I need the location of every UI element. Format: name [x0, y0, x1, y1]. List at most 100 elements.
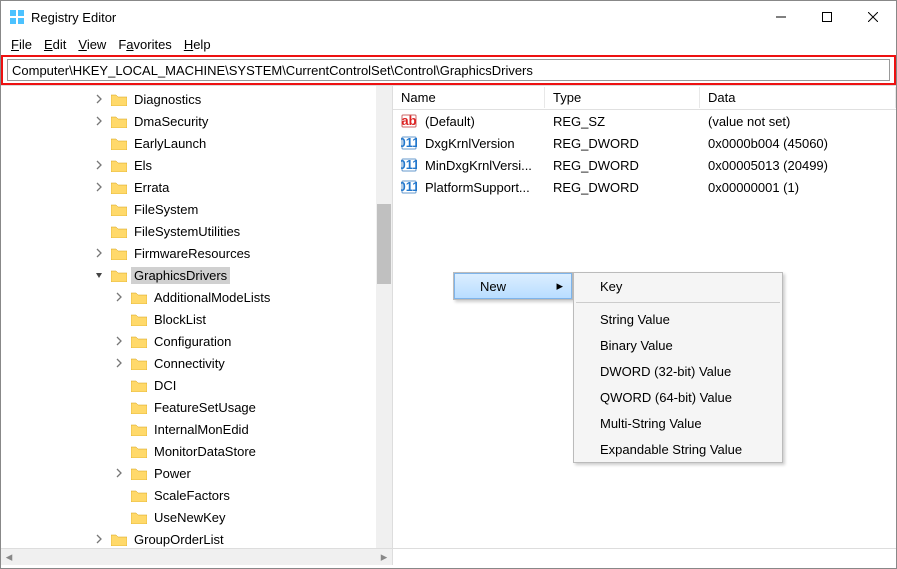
tree-node[interactable]: BlockList — [1, 308, 392, 330]
folder-icon — [131, 357, 147, 370]
expander-icon[interactable] — [91, 267, 107, 283]
tree-label: Connectivity — [151, 355, 228, 372]
tree-pane: Diagnostics DmaSecurity EarlyLaunchEls Erra… — [1, 86, 393, 548]
tree-horizontal-scrollbar[interactable]: ◂ ▸ — [1, 549, 393, 565]
submenu-item[interactable]: String Value — [574, 306, 782, 332]
value-data: 0x0000b004 (45060) — [700, 136, 896, 151]
value-row[interactable]: 011PlatformSupport...REG_DWORD0x00000001… — [393, 176, 896, 198]
folder-icon — [111, 137, 127, 150]
tree-node[interactable]: Connectivity — [1, 352, 392, 374]
folder-icon — [131, 445, 147, 458]
value-row[interactable]: 011MinDxgKrnlVersi...REG_DWORD0x00005013… — [393, 154, 896, 176]
expander-icon[interactable] — [91, 179, 107, 195]
tree-node[interactable]: FileSystem — [1, 198, 392, 220]
folder-icon — [111, 533, 127, 546]
menu-file[interactable]: File — [5, 35, 38, 54]
folder-icon — [131, 401, 147, 414]
value-icon: 011 — [401, 179, 417, 195]
folder-icon — [131, 511, 147, 524]
expander-icon[interactable] — [111, 289, 127, 305]
tree-label: Power — [151, 465, 194, 482]
col-header-data[interactable]: Data — [700, 87, 896, 108]
maximize-button[interactable] — [804, 1, 850, 33]
submenu-item[interactable]: Key — [574, 273, 782, 299]
folder-icon — [131, 313, 147, 326]
submenu-item[interactable]: Expandable String Value — [574, 436, 782, 462]
tree-node[interactable]: FileSystemUtilities — [1, 220, 392, 242]
tree-node[interactable]: AdditionalModeLists — [1, 286, 392, 308]
addressbar[interactable] — [7, 59, 890, 81]
value-row[interactable]: 011DxgKrnlVersionREG_DWORD0x0000b004 (45… — [393, 132, 896, 154]
tree-label: DmaSecurity — [131, 113, 211, 130]
scroll-left-icon[interactable]: ◂ — [1, 549, 17, 565]
col-header-type[interactable]: Type — [545, 87, 700, 108]
folder-icon — [131, 335, 147, 348]
value-icon: 011 — [401, 157, 417, 173]
expander-icon[interactable] — [91, 245, 107, 261]
tree-scrollbar[interactable] — [376, 86, 392, 548]
scroll-thumb[interactable] — [377, 204, 391, 284]
close-button[interactable] — [850, 1, 896, 33]
scroll-right-icon[interactable]: ▸ — [376, 549, 392, 565]
minimize-button[interactable] — [758, 1, 804, 33]
svg-text:011: 011 — [401, 157, 417, 172]
tree-node[interactable]: Els — [1, 154, 392, 176]
tree-node[interactable]: ScaleFactors — [1, 484, 392, 506]
tree-node[interactable]: GraphicsDrivers — [1, 264, 392, 286]
expander-icon[interactable] — [91, 201, 107, 217]
value-row[interactable]: ab(Default)REG_SZ(value not set) — [393, 110, 896, 132]
tree-node[interactable]: Configuration — [1, 330, 392, 352]
tree-node[interactable]: GroupOrderList — [1, 528, 392, 548]
context-menu-label: New — [480, 279, 506, 294]
tree-node[interactable]: DmaSecurity — [1, 110, 392, 132]
expander-icon[interactable] — [91, 91, 107, 107]
submenu-item[interactable]: DWORD (32-bit) Value — [574, 358, 782, 384]
expander-icon[interactable] — [111, 443, 127, 459]
svg-text:011: 011 — [401, 135, 417, 150]
tree-node[interactable]: Diagnostics — [1, 88, 392, 110]
expander-icon[interactable] — [111, 377, 127, 393]
expander-icon[interactable] — [111, 509, 127, 525]
value-data: 0x00005013 (20499) — [700, 158, 896, 173]
menu-edit[interactable]: Edit — [38, 35, 72, 54]
context-submenu: Key String ValueBinary ValueDWORD (32-bit… — [573, 272, 783, 463]
submenu-item[interactable]: Binary Value — [574, 332, 782, 358]
tree-label: Errata — [131, 179, 172, 196]
expander-icon[interactable] — [111, 487, 127, 503]
folder-icon — [111, 247, 127, 260]
expander-icon[interactable] — [111, 311, 127, 327]
tree-node[interactable]: MonitorDataStore — [1, 440, 392, 462]
expander-icon[interactable] — [91, 135, 107, 151]
value-name: DxgKrnlVersion — [417, 136, 545, 151]
value-type: REG_DWORD — [545, 158, 700, 173]
value-name: PlatformSupport... — [417, 180, 545, 195]
expander-icon[interactable] — [111, 465, 127, 481]
expander-icon[interactable] — [91, 113, 107, 129]
expander-icon[interactable] — [91, 157, 107, 173]
folder-icon — [131, 291, 147, 304]
tree-node[interactable]: InternalMonEdid — [1, 418, 392, 440]
tree-node[interactable]: FirmwareResources — [1, 242, 392, 264]
submenu-item[interactable]: Multi-String Value — [574, 410, 782, 436]
expander-icon[interactable] — [111, 399, 127, 415]
submenu-item[interactable]: QWORD (64-bit) Value — [574, 384, 782, 410]
app-icon — [9, 9, 25, 25]
tree-node[interactable]: FeatureSetUsage — [1, 396, 392, 418]
tree-node[interactable]: UseNewKey — [1, 506, 392, 528]
value-name: (Default) — [417, 114, 545, 129]
menu-view[interactable]: View — [72, 35, 112, 54]
tree-node[interactable]: Errata — [1, 176, 392, 198]
expander-icon[interactable] — [111, 355, 127, 371]
menu-favorites[interactable]: Favorites — [112, 35, 177, 54]
context-menu-item-new[interactable]: New ▸ — [454, 273, 572, 299]
expander-icon[interactable] — [111, 421, 127, 437]
expander-icon[interactable] — [111, 333, 127, 349]
col-header-name[interactable]: Name — [393, 87, 545, 108]
expander-icon[interactable] — [91, 223, 107, 239]
tree-label: DCI — [151, 377, 179, 394]
menu-help[interactable]: Help — [178, 35, 217, 54]
tree-node[interactable]: DCI — [1, 374, 392, 396]
tree-node[interactable]: EarlyLaunch — [1, 132, 392, 154]
tree-node[interactable]: Power — [1, 462, 392, 484]
expander-icon[interactable] — [91, 531, 107, 547]
